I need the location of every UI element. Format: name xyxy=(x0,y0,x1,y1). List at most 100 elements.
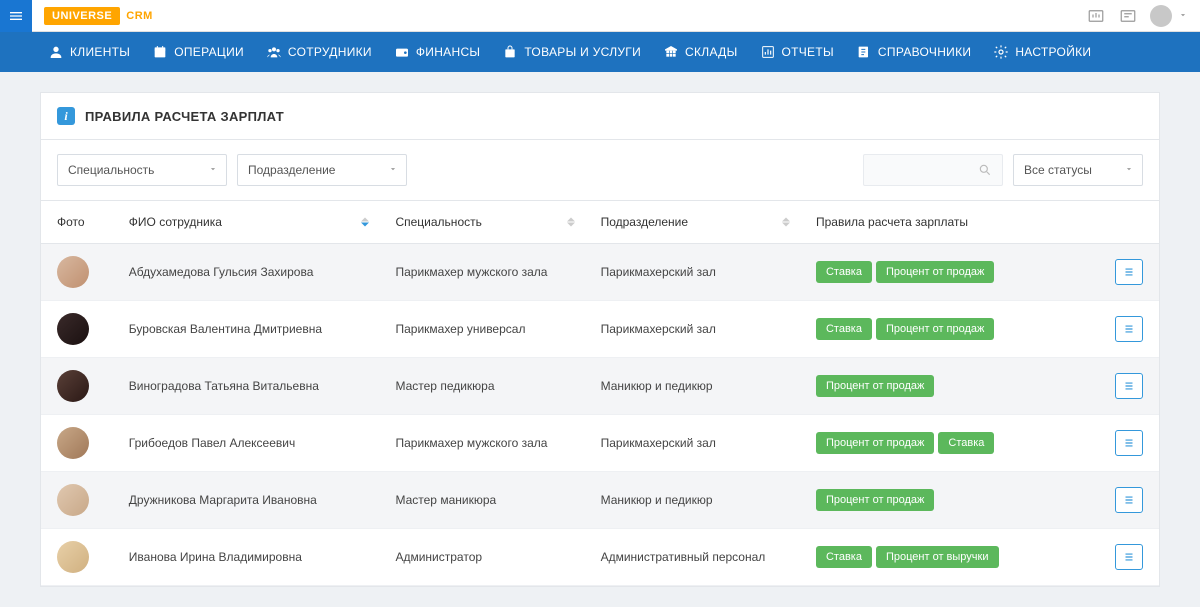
nav-label: ОПЕРАЦИИ xyxy=(174,45,244,59)
table-row: Виноградова Татьяна ВитальевнаМастер пед… xyxy=(41,358,1159,415)
employee-rules: Процент от продаж xyxy=(800,472,1097,529)
list-icon xyxy=(1122,379,1136,393)
nav-label: ТОВАРЫ И УСЛУГИ xyxy=(524,45,641,59)
rule-badge: Ставка xyxy=(938,432,994,454)
nav-warehouse[interactable]: СКЛАДЫ xyxy=(663,44,737,60)
employee-avatar xyxy=(57,256,89,288)
row-details-button[interactable] xyxy=(1115,487,1143,513)
col-photo: Фото xyxy=(41,201,113,244)
col-department-label: Подразделение xyxy=(601,215,688,229)
col-specialty-label: Специальность xyxy=(395,215,481,229)
nav-label: ФИНАНСЫ xyxy=(416,45,480,59)
user-menu-caret-icon[interactable] xyxy=(1178,8,1188,23)
list-icon xyxy=(1122,493,1136,507)
status-filter[interactable]: Все статусы xyxy=(1013,154,1143,186)
list-icon xyxy=(1122,436,1136,450)
topbar-action-2-icon[interactable] xyxy=(1114,2,1142,30)
rule-badge: Процент от продаж xyxy=(816,375,934,397)
employee-specialty: Мастер педикюра xyxy=(379,358,584,415)
user-avatar[interactable] xyxy=(1150,5,1172,27)
nav-clients[interactable]: КЛИЕНТЫ xyxy=(48,44,130,60)
rule-badge: Ставка xyxy=(816,318,872,340)
nav-label: КЛИЕНТЫ xyxy=(70,45,130,59)
employee-rules: СтавкаПроцент от продаж xyxy=(800,301,1097,358)
list-icon xyxy=(1122,550,1136,564)
sort-indicator-icon xyxy=(361,218,369,227)
table-row: Дружникова Маргарита ИвановнаМастер мани… xyxy=(41,472,1159,529)
col-specialty[interactable]: Специальность xyxy=(379,201,584,244)
employee-department: Парикмахерский зал xyxy=(585,301,800,358)
info-icon: i xyxy=(57,107,75,125)
nav-label: СПРАВОЧНИКИ xyxy=(878,45,971,59)
employee-name: Буровская Валентина Дмитриевна xyxy=(113,301,380,358)
nav-settings[interactable]: НАСТРОЙКИ xyxy=(993,44,1091,60)
rule-badge: Ставка xyxy=(816,261,872,283)
search-icon xyxy=(978,163,992,177)
employees-table: Фото ФИО сотрудника Специальность Подраз… xyxy=(41,200,1159,586)
col-name[interactable]: ФИО сотрудника xyxy=(113,201,380,244)
col-name-label: ФИО сотрудника xyxy=(129,215,222,229)
nav-label: СОТРУДНИКИ xyxy=(288,45,372,59)
logo-sub: CRM xyxy=(126,10,153,22)
employee-rules: СтавкаПроцент от продаж xyxy=(800,244,1097,301)
col-department[interactable]: Подразделение xyxy=(585,201,800,244)
list-icon xyxy=(1122,322,1136,336)
employee-avatar xyxy=(57,370,89,402)
nav-employees[interactable]: СОТРУДНИКИ xyxy=(266,44,372,60)
nav-directories[interactable]: СПРАВОЧНИКИ xyxy=(856,44,971,60)
table-row: Грибоедов Павел АлексеевичПарикмахер муж… xyxy=(41,415,1159,472)
employee-department: Административный персонал xyxy=(585,529,800,586)
employee-avatar xyxy=(57,427,89,459)
nav-label: ОТЧЕТЫ xyxy=(782,45,834,59)
table-row: Буровская Валентина ДмитриевнаПарикмахер… xyxy=(41,301,1159,358)
col-rules: Правила расчета зарплаты xyxy=(800,201,1097,244)
employee-name: Грибоедов Павел Алексеевич xyxy=(113,415,380,472)
employee-department: Парикмахерский зал xyxy=(585,415,800,472)
nav-reports[interactable]: ОТЧЕТЫ xyxy=(760,44,834,60)
nav-finance[interactable]: ФИНАНСЫ xyxy=(394,44,480,60)
topbar-action-1-icon[interactable] xyxy=(1082,2,1110,30)
sort-indicator-icon xyxy=(567,218,575,227)
search-input[interactable] xyxy=(863,154,1003,186)
rule-badge: Процент от продаж xyxy=(816,489,934,511)
salary-rules-panel: i ПРАВИЛА РАСЧЕТА ЗАРПЛАТ Специальность … xyxy=(40,92,1160,587)
filters-row: Специальность Подразделение Все статусы xyxy=(41,140,1159,200)
nav-goods[interactable]: ТОВАРЫ И УСЛУГИ xyxy=(502,44,641,60)
sort-indicator-icon xyxy=(782,218,790,227)
employee-rules: СтавкаПроцент от выручки xyxy=(800,529,1097,586)
department-filter[interactable]: Подразделение xyxy=(237,154,407,186)
row-details-button[interactable] xyxy=(1115,259,1143,285)
rule-badge: Процент от выручки xyxy=(876,546,999,568)
employee-name: Иванова Ирина Владимировна xyxy=(113,529,380,586)
employee-specialty: Администратор xyxy=(379,529,584,586)
row-details-button[interactable] xyxy=(1115,316,1143,342)
col-actions xyxy=(1097,201,1159,244)
table-row: Абдухамедова Гульсия ЗахироваПарикмахер … xyxy=(41,244,1159,301)
row-details-button[interactable] xyxy=(1115,544,1143,570)
employee-specialty: Парикмахер мужского зала xyxy=(379,244,584,301)
employee-name: Виноградова Татьяна Витальевна xyxy=(113,358,380,415)
employee-specialty: Парикмахер универсал xyxy=(379,301,584,358)
row-details-button[interactable] xyxy=(1115,430,1143,456)
chevron-down-icon xyxy=(1124,163,1134,177)
panel-header: i ПРАВИЛА РАСЧЕТА ЗАРПЛАТ xyxy=(41,93,1159,140)
employee-name: Абдухамедова Гульсия Захирова xyxy=(113,244,380,301)
specialty-filter[interactable]: Специальность xyxy=(57,154,227,186)
logo-badge: UNIVERSE xyxy=(44,7,120,25)
employee-specialty: Мастер маникюра xyxy=(379,472,584,529)
main-nav: КЛИЕНТЫ ОПЕРАЦИИ СОТРУДНИКИ ФИНАНСЫ ТОВА… xyxy=(0,32,1200,72)
employee-avatar xyxy=(57,313,89,345)
employee-department: Парикмахерский зал xyxy=(585,244,800,301)
row-details-button[interactable] xyxy=(1115,373,1143,399)
employee-name: Дружникова Маргарита Ивановна xyxy=(113,472,380,529)
employee-department: Маникюр и педикюр xyxy=(585,358,800,415)
employee-rules: Процент от продажСтавка xyxy=(800,415,1097,472)
employee-specialty: Парикмахер мужского зала xyxy=(379,415,584,472)
list-icon xyxy=(1122,265,1136,279)
table-row: Иванова Ирина ВладимировнаАдминистраторА… xyxy=(41,529,1159,586)
specialty-filter-label: Специальность xyxy=(68,163,154,177)
nav-operations[interactable]: ОПЕРАЦИИ xyxy=(152,44,244,60)
menu-toggle-button[interactable] xyxy=(0,0,32,32)
department-filter-label: Подразделение xyxy=(248,163,335,177)
employee-department: Маникюр и педикюр xyxy=(585,472,800,529)
